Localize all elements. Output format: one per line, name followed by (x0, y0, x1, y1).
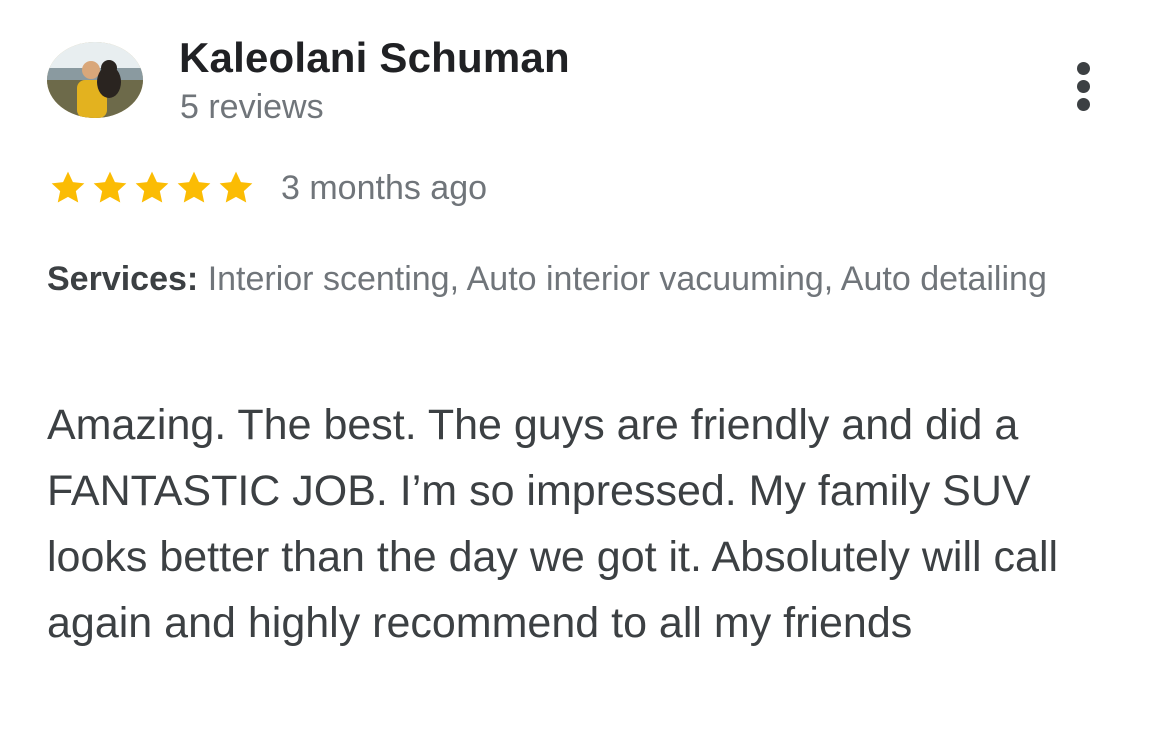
rating-row: 3 months ago (47, 166, 487, 210)
star-rating (47, 168, 257, 208)
review-count: 5 reviews (180, 88, 324, 126)
star-icon (51, 171, 85, 203)
more-vert-icon-dot (1077, 80, 1090, 93)
review-text: Amazing. The best. The guys are friendly… (47, 401, 1059, 647)
reviewer-name[interactable]: Kaleolani Schuman (179, 34, 570, 82)
services-line: Services: Interior scenting, Auto interi… (47, 254, 1107, 304)
star-icon (177, 171, 211, 203)
services-label: Services: (47, 260, 199, 298)
more-vert-icon-dot (1077, 98, 1090, 111)
star-icon (219, 171, 253, 203)
reviewer-avatar[interactable] (47, 42, 143, 118)
more-options-button[interactable] (1064, 58, 1104, 118)
star-icon (93, 171, 127, 203)
star-icon (135, 171, 169, 203)
review-card: Kaleolani Schuman 5 reviews 3 months ago… (0, 0, 1169, 744)
more-vert-icon (1077, 62, 1090, 75)
review-age: 3 months ago (281, 168, 488, 207)
services-value: Interior scenting, Auto interior vacuumi… (207, 260, 1047, 298)
avatar-photo-icon (47, 42, 143, 118)
